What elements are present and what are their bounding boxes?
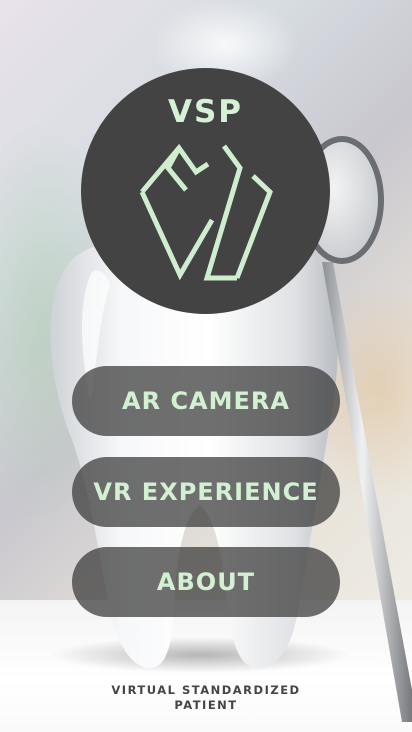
app-subtitle: VIRTUAL STANDARDIZED PATIENT [111,683,301,712]
about-label: ABOUT [156,568,256,596]
app-title: VSP [167,94,244,130]
tooth-logo-icon [139,143,273,281]
app-logo: VSP [81,68,330,314]
about-button[interactable]: ABOUT [72,547,340,617]
app-subtitle-container: VIRTUAL STANDARDIZED PATIENT [0,683,412,713]
ar-camera-button[interactable]: AR CAMERA [72,366,340,436]
vr-experience-button[interactable]: VR EXPERIENCE [72,457,340,527]
tooth-shadow [50,637,350,673]
vr-experience-label: VR EXPERIENCE [93,478,319,506]
main-screen: VSP AR CAMERA VR EXPERIENCE ABOUT VIRTUA… [0,0,412,732]
ar-camera-label: AR CAMERA [122,387,290,415]
